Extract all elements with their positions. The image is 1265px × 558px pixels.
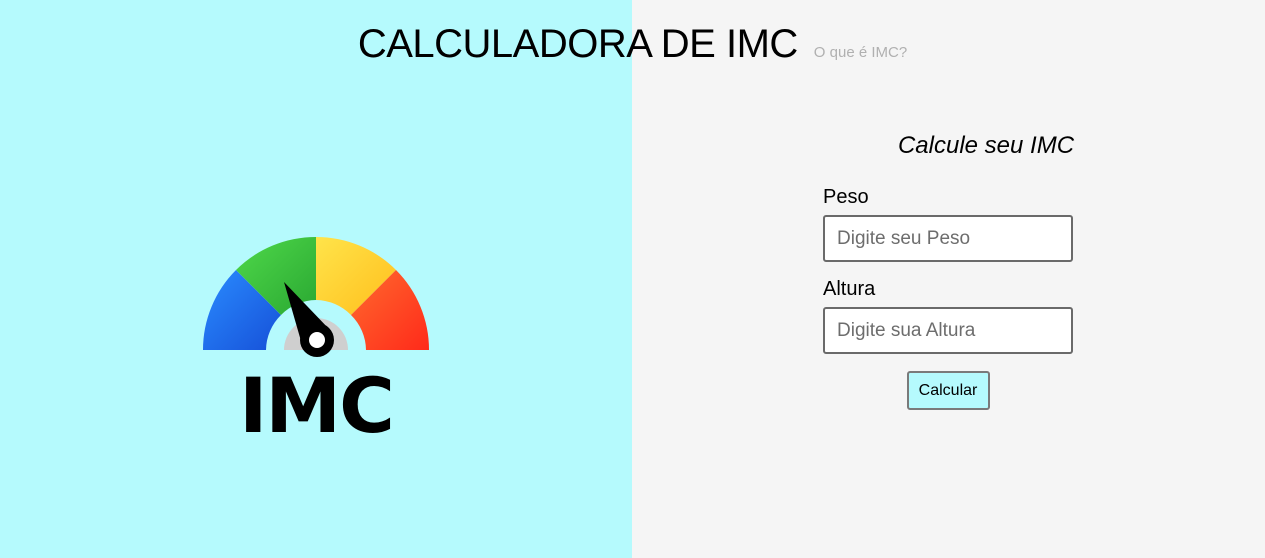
imc-form: Calcule seu IMC Peso Altura Calcular xyxy=(823,132,1074,410)
what-is-imc-link[interactable]: O que é IMC? xyxy=(814,44,907,61)
page: IMC Calcule seu IMC Peso Altura Calcular… xyxy=(0,0,1265,558)
height-input[interactable] xyxy=(823,307,1073,354)
submit-wrap: Calcular xyxy=(823,371,1073,410)
page-title: CALCULADORA DE IMC xyxy=(357,22,798,66)
right-panel: Calcule seu IMC Peso Altura Calcular xyxy=(632,0,1265,558)
header: CALCULADORA DE IMC O que é IMC? xyxy=(0,22,1265,67)
logo-text: IMC xyxy=(239,361,393,440)
weight-label: Peso xyxy=(823,186,869,208)
gauge-icon: IMC xyxy=(202,236,430,450)
form-heading: Calcule seu IMC xyxy=(897,132,1075,159)
calculate-button[interactable]: Calcular xyxy=(906,371,990,410)
imc-logo: IMC xyxy=(200,230,432,450)
height-label: Altura xyxy=(823,278,876,300)
left-panel: IMC xyxy=(0,0,632,558)
weight-input[interactable] xyxy=(823,215,1073,262)
